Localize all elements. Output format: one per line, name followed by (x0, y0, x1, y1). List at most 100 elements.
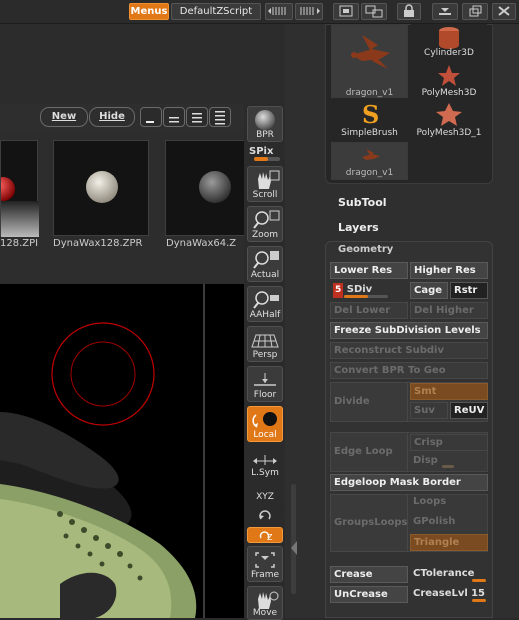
tool-thumb-dragon[interactable] (331, 24, 408, 98)
new-label: New (51, 111, 77, 122)
subtool-header[interactable]: SubTool (338, 196, 387, 209)
actual-button[interactable]: Actual (247, 246, 283, 282)
spix-label: SPix (249, 146, 274, 157)
uncrease-button[interactable]: UnCrease (330, 586, 408, 603)
svg-text:Z: Z (267, 533, 273, 542)
crisp-toggle[interactable]: Crisp (410, 434, 488, 451)
higher-res-button[interactable]: Higher Res (410, 262, 488, 279)
layers-header[interactable]: Layers (338, 221, 379, 234)
convert-bpr-button[interactable]: Convert BPR To Geo (330, 362, 488, 379)
tray-scrollbar[interactable] (291, 484, 296, 594)
rotate-y-icon[interactable] (247, 506, 283, 526)
hide-button[interactable]: Hide (89, 107, 135, 127)
swap-layout-icon[interactable] (361, 3, 387, 20)
drag-handle-right-icon[interactable] (295, 3, 323, 20)
tool-label-dragon-2: dragon_v1 (345, 168, 394, 178)
rotate-z-icon: Z (259, 531, 273, 542)
persp-button[interactable]: Persp (247, 326, 283, 362)
ctolerance-slider[interactable]: CTolerance (410, 566, 488, 583)
xyz-button[interactable]: XYZ (247, 484, 283, 506)
loops-slider[interactable]: Loops (410, 494, 488, 511)
new-button[interactable]: New (40, 107, 88, 127)
collapse-tray-icon[interactable] (291, 540, 297, 555)
material-label-1: 128.ZPI (0, 238, 39, 249)
ctolerance-fill (472, 579, 486, 582)
disp-fill (442, 465, 454, 468)
material-thumb-2[interactable] (53, 140, 149, 236)
tool-label-polymesh3d: PolyMesh3D (421, 88, 477, 98)
layout-icon[interactable] (333, 3, 359, 20)
aahalf-button[interactable]: AAHalf (247, 286, 283, 322)
lsym-label: L.Sym (251, 468, 279, 478)
bpr-button[interactable]: BPR (247, 106, 283, 142)
canvas-viewport[interactable] (0, 284, 245, 618)
material-grid: 128.ZPI DynaWax128.ZPR DynaWax64.Z (0, 132, 245, 284)
rotate-z-button[interactable]: Z (247, 527, 283, 543)
list-view-4-icon[interactable] (209, 107, 231, 127)
lsym-arrows-icon (253, 455, 277, 465)
persp-label: Persp (252, 350, 278, 360)
lsym-button[interactable]: L.Sym (247, 448, 283, 480)
menus-button[interactable]: Menus (129, 3, 169, 20)
edge-loop-button[interactable]: Edge Loop (330, 432, 408, 472)
tool-label-cylinder3d: Cylinder3D (424, 48, 474, 58)
ctolerance-label: CTolerance (413, 568, 475, 579)
floor-icon (254, 373, 276, 386)
material-thumb-1[interactable] (0, 140, 39, 237)
freeze-subdivision-button[interactable]: Freeze SubDivision Levels (330, 322, 488, 339)
actual-magnifier-icon (253, 251, 279, 269)
reconstruct-subdiv-button[interactable]: Reconstruct Subdiv (330, 342, 488, 359)
triangle-toggle[interactable]: Triangle (410, 534, 488, 551)
cage-button[interactable]: Cage (410, 282, 448, 299)
dragon-icon (351, 35, 390, 69)
restore-icon[interactable] (462, 3, 488, 20)
reuv-button[interactable]: ReUV (450, 402, 488, 419)
rstr-button[interactable]: Rstr (450, 282, 488, 299)
creaselvl-slider[interactable]: CreaseLvl 15 (410, 586, 488, 603)
gpolish-slider[interactable]: GPolish (410, 514, 488, 531)
local-button[interactable]: Local (247, 406, 283, 442)
lock-icon[interactable] (397, 3, 421, 20)
move-button[interactable]: Move (247, 586, 283, 620)
geometry-header[interactable]: Geometry (338, 244, 393, 255)
bpr-label: BPR (256, 130, 274, 140)
svg-text:S: S (362, 101, 379, 127)
smt-toggle[interactable]: Smt (410, 383, 488, 400)
polymesh-star-2-icon (436, 103, 462, 126)
simplebrush-s-icon: S (362, 100, 379, 129)
del-lower-button[interactable]: Del Lower (330, 302, 408, 319)
floor-button[interactable]: Floor (247, 366, 283, 402)
edgeloop-mask-border-button[interactable]: Edgeloop Mask Border (330, 474, 488, 491)
suv-toggle[interactable]: Suv (410, 402, 448, 419)
top-menu-bar: Menus DefaultZScript (0, 0, 519, 24)
scroll-button[interactable]: Scroll (247, 166, 283, 202)
frame-button[interactable]: Frame (247, 546, 283, 582)
disp-slider[interactable]: Disp (410, 453, 488, 470)
material-label-2: DynaWax128.ZPR (53, 238, 143, 249)
spix-slider[interactable] (254, 157, 280, 161)
sdiv-fill (344, 295, 369, 298)
zoom-button[interactable]: Zoom (247, 206, 283, 242)
list-view-2-icon[interactable] (163, 107, 185, 127)
close-icon[interactable] (492, 3, 516, 20)
creaselvl-label: CreaseLvl (413, 588, 468, 599)
sdiv-slider[interactable]: 5 SDiv (330, 282, 408, 299)
default-zscript-button[interactable]: DefaultZScript (171, 3, 261, 20)
material-thumb-3[interactable] (165, 140, 245, 236)
divide-button[interactable]: Divide (330, 382, 408, 422)
list-view-1-icon[interactable] (140, 107, 162, 127)
lower-res-button[interactable]: Lower Res (330, 262, 408, 279)
scroll-label: Scroll (252, 190, 278, 200)
dragon-small-icon (362, 149, 380, 160)
groupsloops-button[interactable]: GroupsLoops (330, 494, 408, 552)
drag-handle-left-icon[interactable] (265, 3, 293, 20)
del-higher-button[interactable]: Del Higher (410, 302, 488, 319)
move-label: Move (252, 608, 278, 618)
material-label-3: DynaWax64.Z (166, 238, 237, 249)
aahalf-magnifier-icon (253, 291, 279, 309)
frame-label: Frame (250, 570, 280, 580)
minimize-icon[interactable] (432, 3, 458, 20)
xyz-label: XYZ (256, 492, 274, 502)
list-view-3-icon[interactable] (186, 107, 208, 127)
crease-button[interactable]: Crease (330, 566, 408, 583)
